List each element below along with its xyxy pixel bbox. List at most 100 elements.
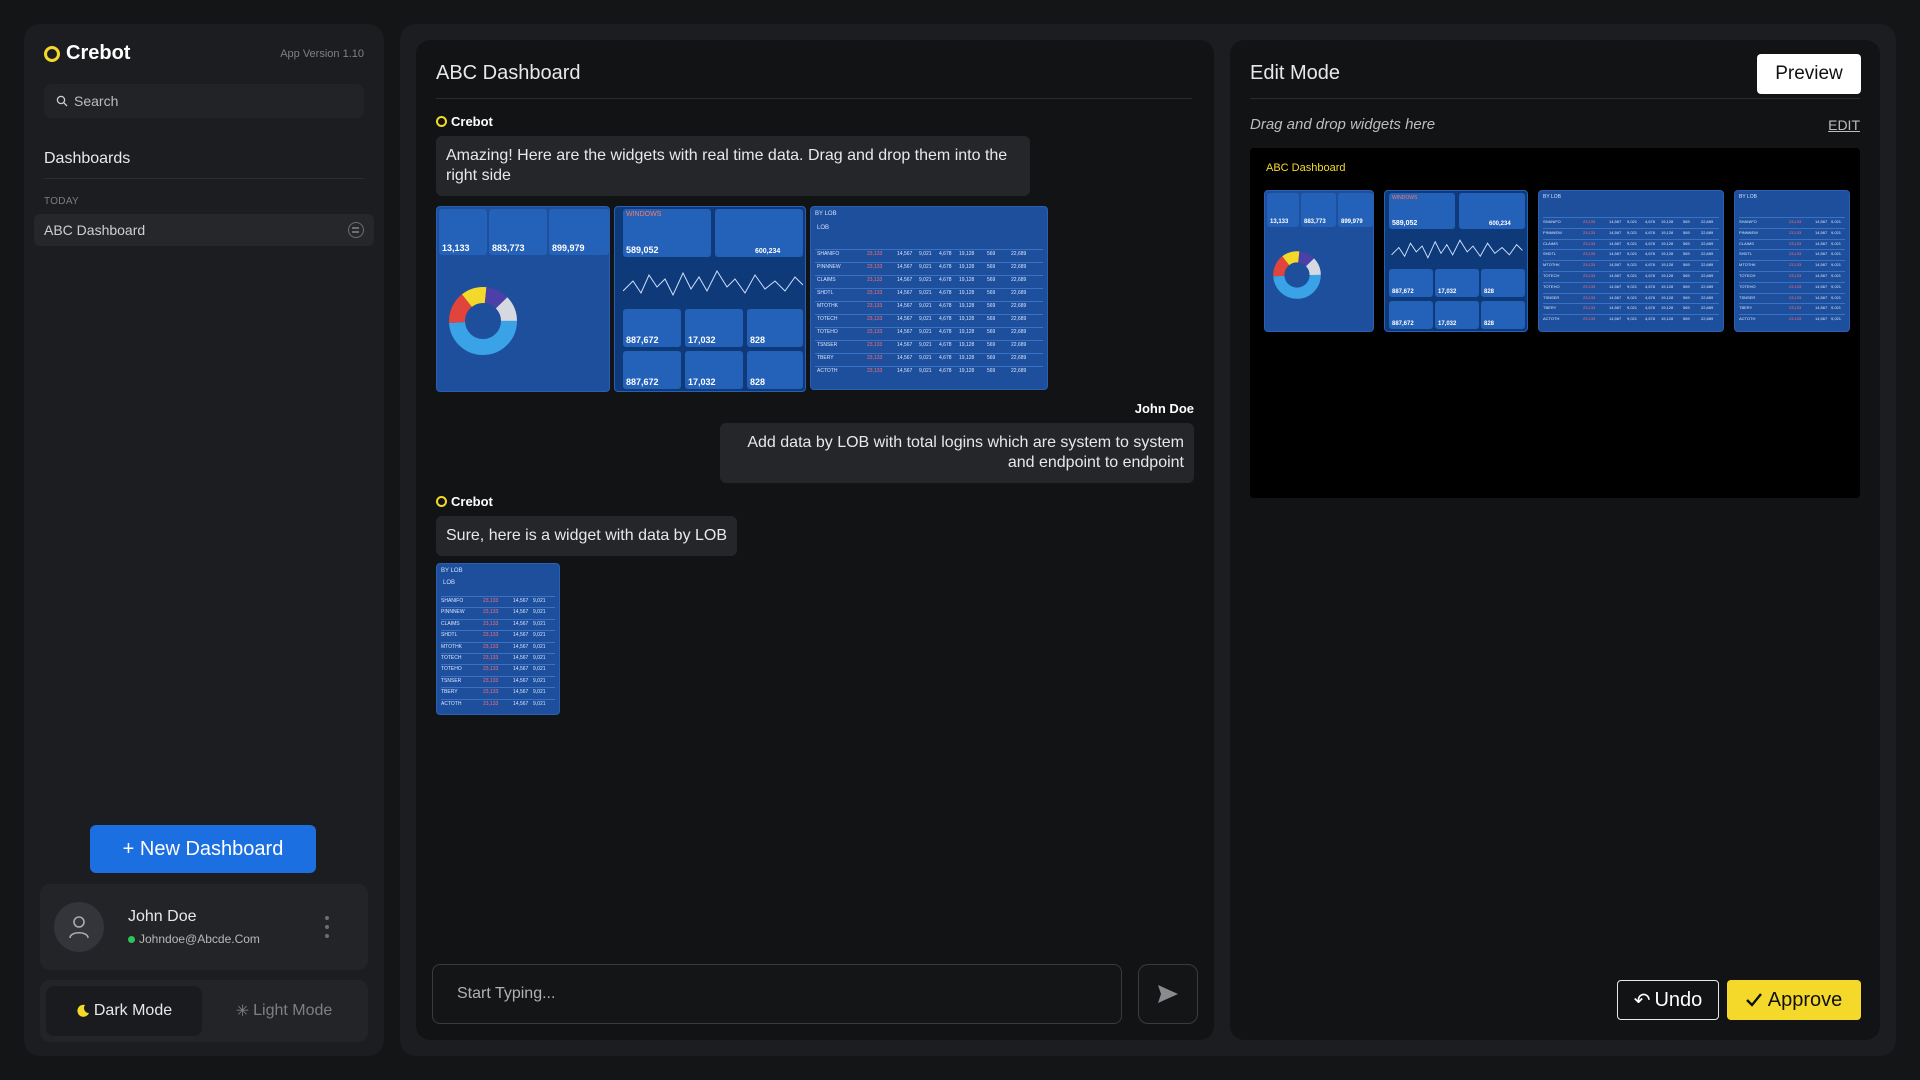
placed-widget-stats[interactable]: 13,133 883,773 899,979 <box>1264 190 1374 332</box>
preview-button[interactable]: Preview <box>1757 54 1861 94</box>
chat-panel: ABC Dashboard Crebot Amazing! Here are t… <box>416 40 1214 1040</box>
table-row-divider <box>1739 281 1845 283</box>
bot-avatar-icon <box>436 116 447 127</box>
widget-lob-small[interactable]: BY LOB LOB SHANIFO 23,133 14,567 9,021 PINNN… <box>436 563 560 715</box>
lob-value-cell: 4,678 <box>1645 262 1656 268</box>
lob-value-cell: 9,021 <box>1627 229 1638 235</box>
dashboard-canvas[interactable]: ABC Dashboard 13,133 883,773 899,979 WIN… <box>1250 148 1860 498</box>
edit-link[interactable]: EDIT <box>1828 117 1860 133</box>
lob-name-cell: CLAIMS <box>1739 240 1754 246</box>
lob-name-cell: SHANIFO <box>1739 219 1757 224</box>
lob-title: BY LOB <box>1543 194 1561 200</box>
table-row-divider <box>1739 249 1845 251</box>
more-options-icon[interactable] <box>324 916 330 938</box>
widget-windows-logins[interactable]: WINDOWS 589,052 600,234 887,672 17,032 8… <box>614 206 806 392</box>
moon-icon <box>77 1004 89 1017</box>
lob-total-cell: 23,133 <box>1789 283 1802 289</box>
lob-value-cell: 14,567 <box>1815 262 1828 268</box>
lob-value-cell: 22,689 <box>1701 294 1714 300</box>
lob-name-cell: PINNNEW <box>441 609 465 616</box>
table-row-divider <box>815 262 1043 263</box>
lob-header: LOB <box>443 580 456 586</box>
options-icon[interactable] <box>348 222 364 238</box>
lob-value-cell: 9,021 <box>1627 219 1638 224</box>
metric-tile: 828 <box>747 351 803 389</box>
undo-button[interactable]: ↶ Undo <box>1617 980 1719 1020</box>
metric-tile: 17,032 <box>1435 301 1479 329</box>
widget-stats-donut[interactable]: 13,133 883,773 899,979 <box>436 206 610 392</box>
metric-value: 887,672 <box>626 335 659 345</box>
lob-total-cell: 23,133 <box>1583 240 1596 246</box>
search-input[interactable] <box>74 93 344 109</box>
table-row-divider <box>815 301 1043 302</box>
sidebar-item-abc-dashboard[interactable]: ABC Dashboard <box>34 214 374 246</box>
lob-name-cell: PINNNEW <box>1739 229 1758 235</box>
lob-value-cell: 569 <box>1683 273 1690 278</box>
send-button[interactable] <box>1138 964 1198 1024</box>
metric-value: 887,672 <box>1392 289 1414 295</box>
lob-value-cell: 14,567 <box>1609 240 1622 246</box>
table-row-divider <box>1543 217 1719 218</box>
lob-value-cell: 22,689 <box>1011 355 1027 361</box>
table-row-divider <box>1543 260 1719 262</box>
lob-header: LOB <box>817 225 830 231</box>
edit-title: Edit Mode <box>1250 62 1341 84</box>
lob-name-cell: TBERY <box>1739 305 1753 311</box>
lob-total-cell: 23,133 <box>1583 229 1596 235</box>
lob-name-cell: MTOTHK <box>817 303 839 309</box>
lob-value-cell: 9,021 <box>1627 251 1638 257</box>
lob-value-cell: 22,689 <box>1011 329 1027 335</box>
table-row-divider <box>815 366 1043 367</box>
new-dashboard-button[interactable]: + New Dashboard <box>90 825 316 873</box>
lob-value-cell: 14,567 <box>513 689 529 696</box>
sidebar-item-label: ABC Dashboard <box>44 222 146 238</box>
lob-value-cell: 4,678 <box>1645 305 1656 311</box>
search-box[interactable] <box>44 84 364 118</box>
approve-button[interactable]: Approve <box>1727 980 1861 1020</box>
sidebar: Crebot App Version 1.10 Dashboards TODAY… <box>24 24 384 1056</box>
lob-value-cell: 14,567 <box>1609 219 1622 224</box>
lob-title: BY LOB <box>441 568 463 574</box>
lob-value-cell: 4,678 <box>939 342 952 348</box>
lob-total-cell: 23,133 <box>483 689 499 696</box>
lob-total-cell: 23,133 <box>867 316 883 322</box>
message-composer[interactable] <box>432 964 1122 1024</box>
message-input[interactable] <box>457 985 1097 1003</box>
lob-value-cell: 19,128 <box>1661 273 1674 278</box>
light-mode-button[interactable]: ✳ Light Mode <box>206 986 362 1036</box>
table-row-divider <box>1739 292 1845 294</box>
lob-name-cell: SHDTL <box>1543 251 1557 257</box>
lob-value-cell: 22,689 <box>1701 240 1714 246</box>
stat-value: 883,773 <box>492 243 525 253</box>
user-profile-card[interactable]: John Doe Johndoe@Abcde.Com <box>40 884 368 970</box>
metric-tile: 828 <box>747 309 803 347</box>
user-icon <box>69 916 89 939</box>
dark-mode-button[interactable]: Dark Mode <box>46 986 202 1036</box>
lob-value-cell: 9,021 <box>1627 262 1638 268</box>
lob-value-cell: 9,021 <box>1627 316 1638 322</box>
lob-total-cell: 23,133 <box>867 290 883 296</box>
stat-value: 13,133 <box>442 243 470 253</box>
avatar[interactable] <box>54 902 104 952</box>
lob-value-cell: 9,021 <box>919 251 932 257</box>
lob-value-cell: 14,567 <box>897 355 913 361</box>
lob-name-cell: TOTECH <box>817 316 838 322</box>
table-row-divider <box>1739 260 1845 262</box>
all-logins-value: 589,052 <box>1392 220 1418 227</box>
placed-widget-lob[interactable]: BY LOB SHANIFO 23,133 14,567 9,021 4,678 19,1… <box>1538 190 1724 332</box>
widget-lob-table[interactable]: BY LOB LOB SHANIFO 23,133 14,567 9,021 4,678… <box>810 206 1048 390</box>
lob-total-cell: 23,133 <box>483 609 499 616</box>
lob-value-cell: 9,021 <box>1831 273 1842 278</box>
brand-logo[interactable]: Crebot <box>44 42 130 65</box>
placed-widget-windows[interactable]: WINDOWS 589,052 600,234 887,672 17,032 8… <box>1384 190 1528 332</box>
lob-total-cell: 23,133 <box>867 264 883 270</box>
placed-widget-lob-small[interactable]: BY LOB SHANIFO 23,133 14,567 9,021 PINNNEW 23… <box>1734 190 1850 332</box>
edit-panel: Edit Mode Preview Drag and drop widgets … <box>1230 40 1880 1040</box>
lob-total-cell: 23,133 <box>483 666 499 673</box>
metric-tile: 887,672 <box>623 309 681 347</box>
stat-tile: 883,773 <box>1301 193 1336 227</box>
lob-value-cell: 14,567 <box>513 620 529 627</box>
lob-value-cell: 4,678 <box>939 316 952 322</box>
lob-value-cell: 19,128 <box>959 303 975 309</box>
lob-value-cell: 569 <box>1683 229 1690 235</box>
